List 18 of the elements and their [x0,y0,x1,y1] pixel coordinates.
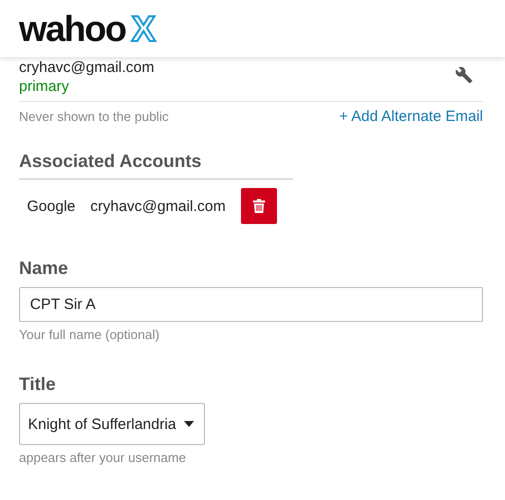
trash-icon [252,199,265,213]
account-provider: Google [27,198,76,214]
name-input[interactable]: CPT Sir A [19,287,483,322]
email-note: Never shown to the public [19,109,169,124]
caret-icon [184,421,194,427]
title-dropdown[interactable]: Knight of Sufferlandria [19,403,206,445]
field-hint: appears after your username [19,450,186,465]
delete-button[interactable] [240,188,277,224]
field-hint: Your full name (optional) [19,327,160,342]
logo[interactable]: wahoo X [19,10,156,46]
add-email-link[interactable]: + Add Alternate Email [339,108,483,125]
section-heading: Associated Accounts [19,151,202,172]
field-label: Title [19,374,56,395]
field-label: Name [19,258,68,279]
email-status: primary [19,78,70,95]
wrench-icon[interactable] [455,66,473,84]
account-email: cryhavc@gmail.com [90,198,226,214]
email-address: cryhavc@gmail.com [19,59,154,76]
